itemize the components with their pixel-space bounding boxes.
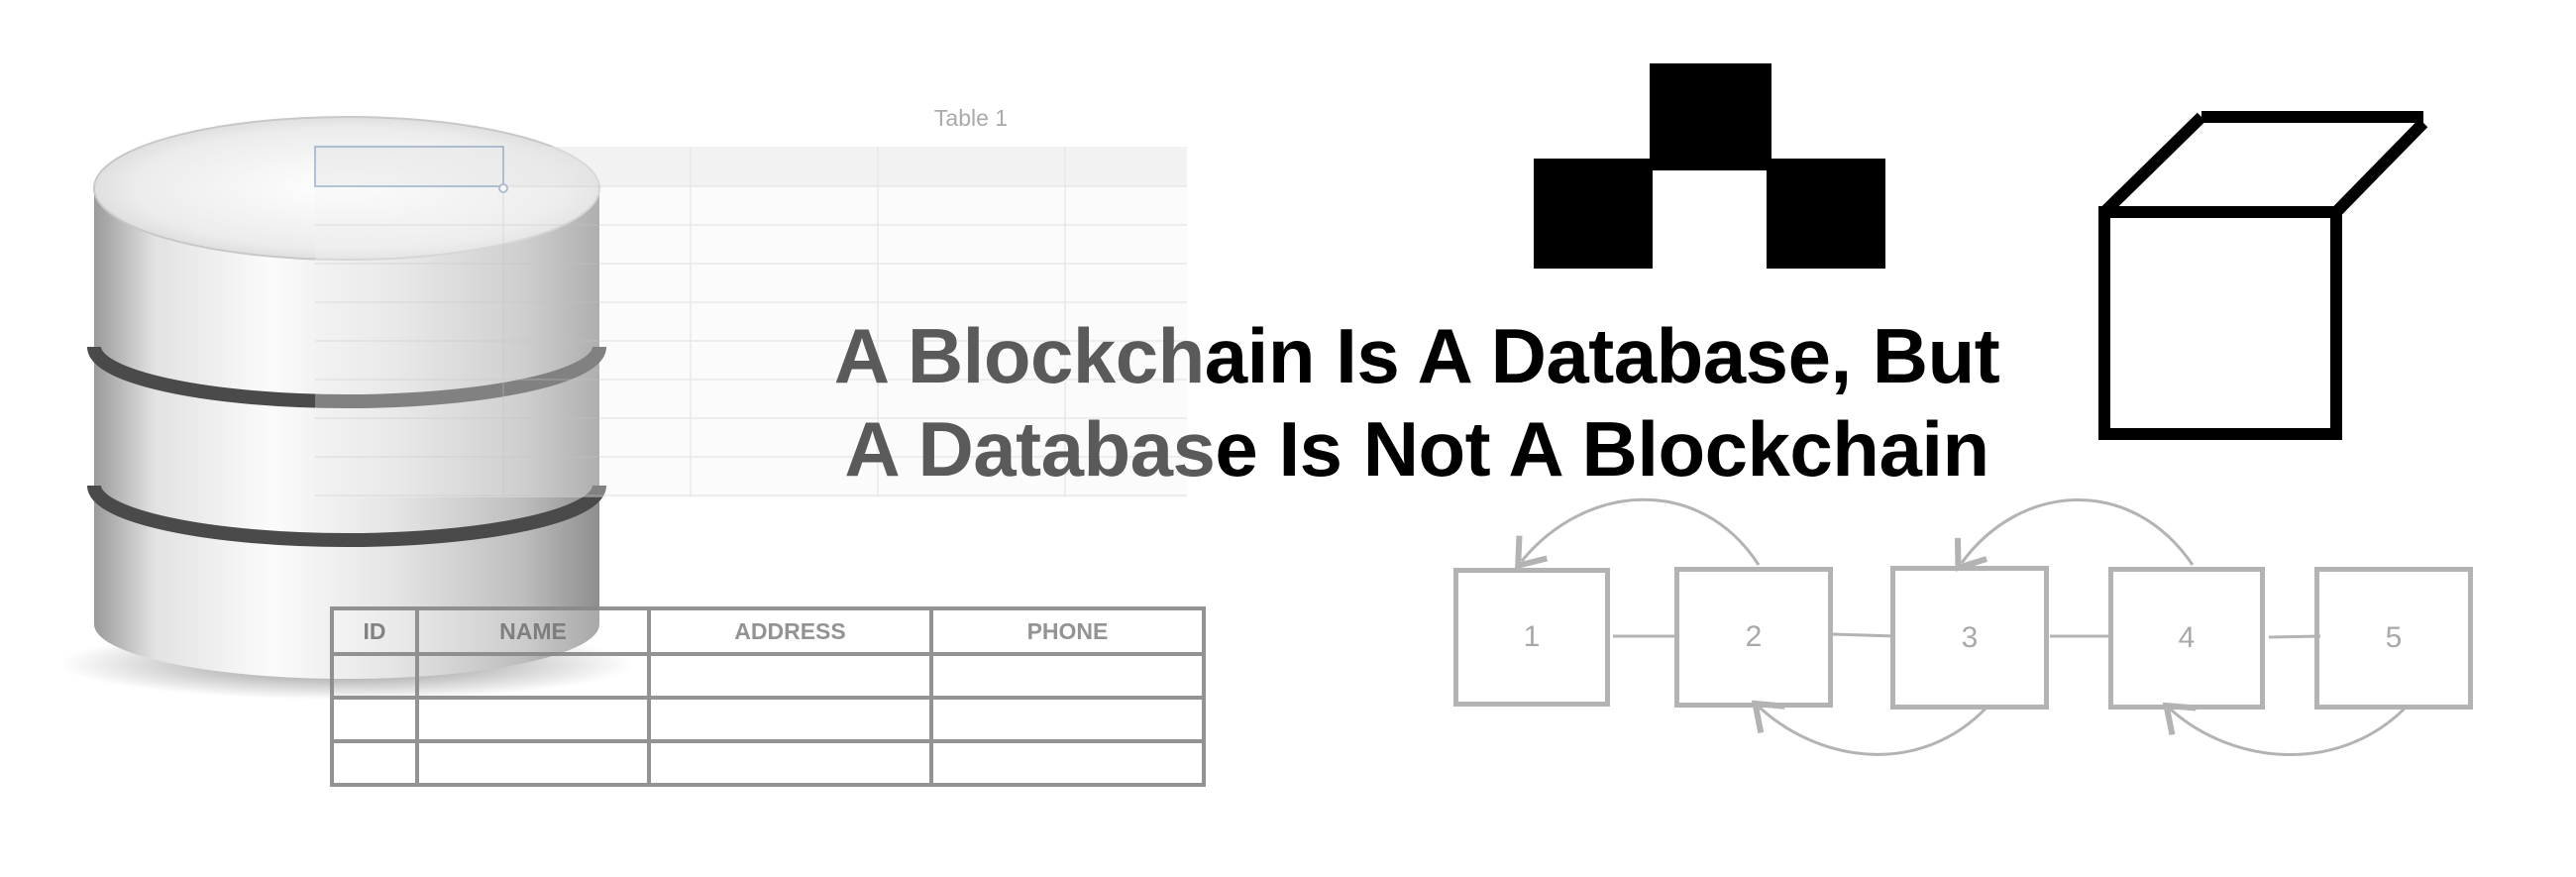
chain-block-label: 5 [2385, 621, 2403, 654]
table-row [330, 652, 1206, 700]
open-box-icon [2098, 111, 2428, 440]
chain-block-label: 4 [2178, 621, 2196, 654]
headline: A Blockchain Is A Database, But A Databa… [753, 309, 2081, 495]
table-cell [929, 652, 1206, 700]
table-cell [415, 739, 651, 787]
headline-line-1-faded: A Blockch [833, 312, 1206, 399]
chain-block-label: 3 [1961, 620, 1979, 654]
column-header-phone: PHONE [929, 606, 1206, 656]
column-header-id: ID [330, 606, 419, 656]
table-row [330, 739, 1206, 787]
table-cell [330, 696, 419, 743]
table-cell [647, 696, 933, 743]
contacts-table: ID NAME ADDRESS PHONE [330, 606, 1206, 787]
headline-line-2-rest: e Is Not A Blockchain [1215, 405, 1989, 493]
chain-block-1: 1 [1453, 568, 1610, 707]
table-cell [330, 739, 419, 787]
table-cell [647, 739, 933, 787]
table-cell [415, 696, 651, 743]
table-cell [929, 739, 1206, 787]
chain-block-2: 2 [1674, 567, 1833, 708]
table-cell [647, 652, 933, 700]
table-header-row: ID NAME ADDRESS PHONE [330, 606, 1206, 656]
chain-block-3: 3 [1890, 566, 2049, 710]
headline-line-1-rest: ain Is A Database, But [1204, 312, 2000, 399]
column-header-name: NAME [415, 606, 651, 656]
table-cell [415, 652, 651, 700]
pyramid-blocks-icon [1534, 63, 1885, 269]
headline-line-2: A Database Is Not A Blockchain [753, 402, 2081, 495]
table-cell [330, 652, 419, 700]
table-cell [929, 696, 1206, 743]
headline-line-1: A Blockchain Is A Database, But [753, 309, 2081, 402]
chain-block-4: 4 [2108, 567, 2265, 710]
chain-block-5: 5 [2314, 567, 2473, 710]
table-row [330, 696, 1206, 743]
chain-block-label: 2 [1745, 620, 1763, 653]
headline-line-2-faded: A Databas [844, 405, 1216, 493]
spreadsheet-title: Table 1 [933, 105, 1009, 131]
column-header-address: ADDRESS [647, 606, 933, 656]
chain-block-label: 1 [1523, 620, 1541, 653]
